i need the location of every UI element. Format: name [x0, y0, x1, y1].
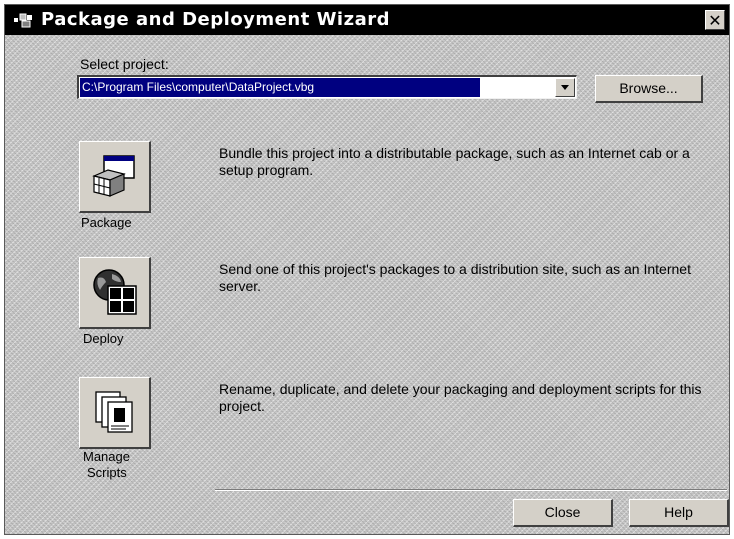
deploy-button[interactable]	[79, 257, 151, 329]
deploy-description: Send one of this project's packages to a…	[219, 261, 691, 294]
manage-scripts-button[interactable]	[79, 377, 151, 449]
wizard-window: Package and Deployment Wizard ✕ Select p…	[4, 4, 730, 535]
package-button[interactable]	[79, 141, 151, 213]
package-description: Bundle this project into a distributable…	[219, 145, 690, 178]
project-path-value[interactable]: C:\Program Files\computer\DataProject.vb…	[80, 78, 480, 97]
chevron-down-icon	[561, 85, 569, 90]
browse-button[interactable]: Browse...	[595, 75, 703, 103]
manage-label-line2: Scripts	[87, 465, 127, 480]
package-label: Package	[81, 215, 132, 230]
wizard-box-icon	[13, 11, 35, 29]
deploy-label: Deploy	[83, 331, 124, 346]
title-bar[interactable]: Package and Deployment Wizard ✕	[5, 5, 729, 35]
manage-scripts-description: Rename, duplicate, and delete your packa…	[219, 381, 702, 414]
select-project-label: Select project:	[80, 56, 169, 72]
close-window-button[interactable]: ✕	[705, 10, 725, 30]
window-title: Package and Deployment Wizard	[41, 9, 390, 30]
help-button[interactable]: Help	[629, 499, 729, 527]
project-combobox[interactable]: C:\Program Files\computer\DataProject.vb…	[77, 75, 577, 99]
dropdown-button[interactable]	[555, 78, 575, 97]
manage-label-line1: Manage	[83, 449, 130, 464]
footer-separator	[215, 489, 727, 491]
close-button[interactable]: Close	[513, 499, 613, 527]
